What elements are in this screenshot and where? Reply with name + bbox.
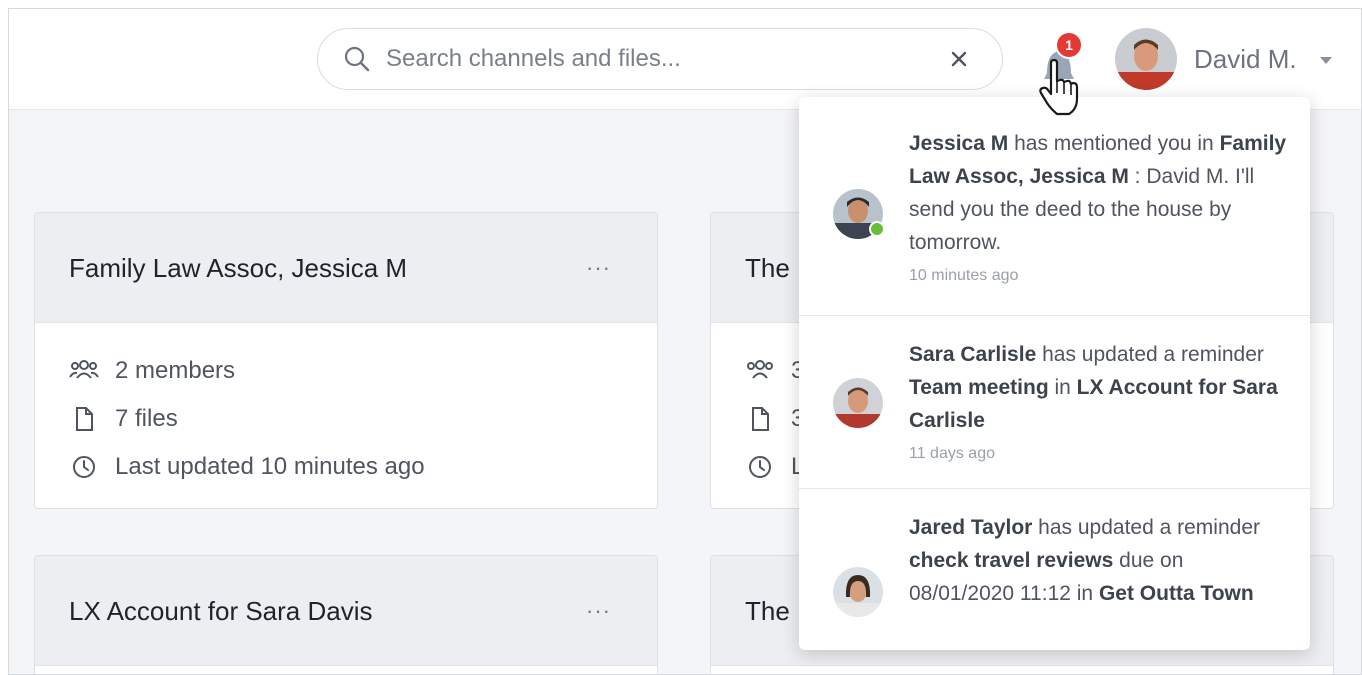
card-title[interactable]: LX Account for Sara Davis bbox=[69, 596, 372, 627]
avatar bbox=[833, 567, 883, 617]
file-icon bbox=[76, 407, 93, 431]
notification-item[interactable]: Jessica M has mentioned you in Family La… bbox=[799, 97, 1310, 316]
notification-item[interactable]: Sara Carlisle has updated a reminder Tea… bbox=[799, 316, 1310, 489]
user-name[interactable]: David M. bbox=[1194, 44, 1297, 75]
online-status-indicator bbox=[869, 221, 885, 237]
last-updated: Last updated 10 minutes ago bbox=[115, 453, 425, 480]
notification-target[interactable]: check travel reviews bbox=[909, 549, 1113, 572]
notification-item[interactable]: Jared Taylor has updated a reminder chec… bbox=[799, 489, 1310, 650]
notification-text: Jessica M has mentioned you in Family La… bbox=[909, 127, 1289, 291]
more-options-button[interactable]: ··· bbox=[586, 255, 611, 281]
card-header: Family Law Assoc, Jessica M ··· bbox=[35, 213, 657, 323]
notification-text: Sara Carlisle has updated a reminder Tea… bbox=[909, 338, 1289, 469]
notification-time: 11 days ago bbox=[909, 445, 995, 462]
card-body: 2 members 7 files Last updated 10 minute… bbox=[35, 323, 657, 491]
card-updated: Last updated 10 minutes ago bbox=[35, 443, 657, 491]
notification-text-part: in bbox=[1048, 376, 1077, 399]
search-input[interactable] bbox=[386, 45, 926, 73]
notification-target[interactable]: Get Outta Town bbox=[1099, 582, 1254, 605]
notification-target[interactable]: Team meeting bbox=[909, 376, 1049, 399]
people-icon bbox=[69, 360, 99, 379]
notifications-dropdown: Jessica M has mentioned you in Family La… bbox=[799, 97, 1310, 650]
search-icon bbox=[344, 46, 370, 72]
card-members: 2 members bbox=[35, 347, 657, 395]
files-count: 7 files bbox=[115, 405, 178, 432]
more-options-button[interactable]: ··· bbox=[586, 598, 611, 624]
notification-time: 10 minutes ago bbox=[909, 267, 1019, 284]
card-title[interactable]: The bbox=[745, 253, 790, 284]
clock-icon bbox=[749, 456, 771, 478]
user-avatar[interactable] bbox=[1115, 28, 1177, 90]
notification-text-part: has updated a reminder bbox=[1036, 343, 1264, 366]
hand-cursor-icon bbox=[1039, 59, 1079, 116]
notification-actor: Jessica M bbox=[909, 132, 1009, 155]
notification-text-part: has mentioned you in bbox=[1008, 132, 1220, 155]
notification-badge: 1 bbox=[1055, 31, 1083, 59]
notification-text: Jared Taylor has updated a reminder chec… bbox=[909, 511, 1289, 647]
card-title[interactable]: Family Law Assoc, Jessica M bbox=[69, 253, 407, 284]
card-files: 7 files bbox=[35, 395, 657, 443]
chevron-down-icon[interactable] bbox=[1319, 56, 1333, 65]
app-window: 1 David M. Family Law Assoc, Jessica M ·… bbox=[8, 8, 1362, 675]
close-icon[interactable] bbox=[946, 46, 972, 72]
notification-actor: Sara Carlisle bbox=[909, 343, 1037, 366]
card-header: LX Account for Sara Davis ··· bbox=[35, 556, 657, 666]
notification-text-part: has updated a reminder bbox=[1032, 516, 1260, 539]
notification-actor: Jared Taylor bbox=[909, 516, 1033, 539]
avatar bbox=[833, 378, 883, 428]
people-icon bbox=[747, 360, 773, 379]
file-icon bbox=[752, 407, 769, 431]
search-box[interactable] bbox=[317, 28, 1003, 90]
clock-icon bbox=[73, 456, 95, 478]
top-bar: 1 David M. bbox=[9, 9, 1361, 110]
channel-card[interactable]: LX Account for Sara Davis ··· bbox=[34, 555, 658, 674]
channel-card[interactable]: Family Law Assoc, Jessica M ··· 2 member… bbox=[34, 212, 658, 509]
card-title[interactable]: The bbox=[745, 596, 790, 627]
members-count: 2 members bbox=[115, 357, 236, 384]
